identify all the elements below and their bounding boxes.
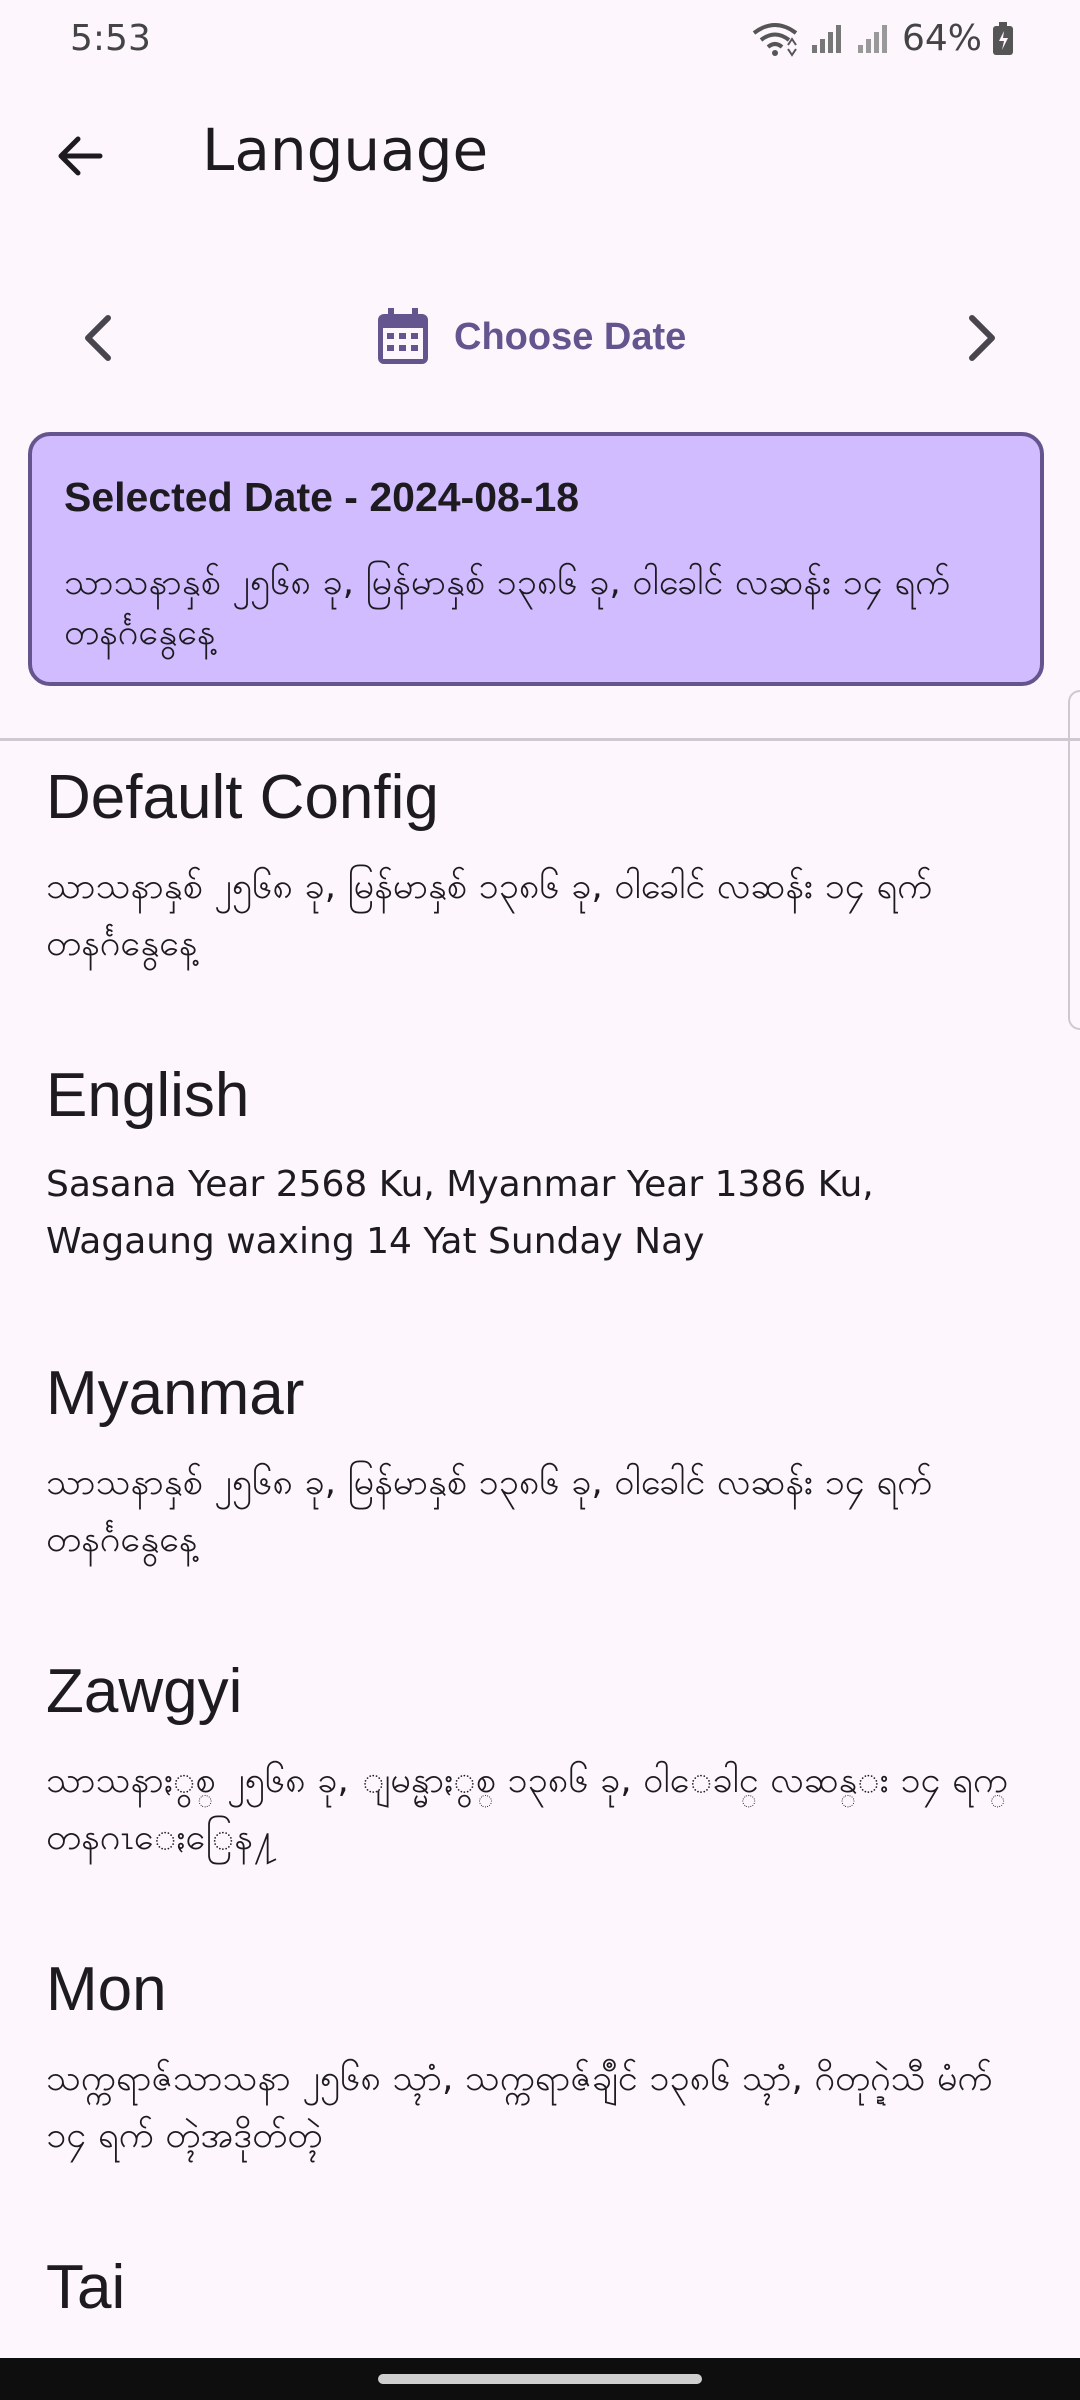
next-date-button[interactable]: [942, 298, 1022, 378]
wifi-icon: [750, 21, 800, 57]
language-text: သာသနာနှစ် ၂၅၆၈ ခု, မြန်မာနှစ် ၁၃၈၆ ခု, ဝ…: [46, 866, 933, 964]
date-navigation: Choose Date: [0, 280, 1080, 390]
language-name: English: [46, 1061, 250, 1130]
signal-icon-2: [856, 23, 892, 55]
list-item-zawgyi: Zawgyi သာသနာႏွစ္ ၂၅၆၈ ခု, ျမန္မာႏွစ္ ၁၃၈…: [46, 1654, 1036, 1866]
language-name: Zawgyi: [46, 1657, 243, 1726]
list-item-myanmar: Myanmar သာသနာနှစ် ၂၅၆၈ ခု, မြန်မာနှစ် ၁၃…: [46, 1356, 1036, 1568]
language-text: သာသနာႏွစ္ ၂၅၆၈ ခု, ျမန္မာႏွစ္ ၁၃၈၆ ခု, ဝ…: [46, 1760, 1009, 1858]
app-bar: Language: [0, 100, 1080, 210]
selected-date-card: Selected Date - 2024-08-18 သာသနာနှစ် ၂၅၆…: [28, 432, 1044, 686]
chevron-right-icon: [969, 315, 995, 361]
list-item-english: English Sasana Year 2568 Ku, Myanmar Yea…: [46, 1058, 1036, 1270]
language-name: Tai: [46, 2253, 126, 2322]
language-text: သက္ကရာဇ်သာသနာ ၂၅၆၈ သ္ၚာံ, သက္ကရာဇ်ချဳင် …: [46, 2058, 993, 2156]
choose-date-button[interactable]: Choose Date: [376, 302, 686, 372]
battery-icon: [992, 21, 1014, 56]
system-navigation-bar: [0, 2358, 1080, 2400]
calendar-icon: [378, 308, 428, 364]
divider: [0, 738, 1080, 741]
language-text: Sasana Year 2568 Ku, Myanmar Year 1386 K…: [46, 1164, 874, 1262]
page-title: Language: [202, 116, 489, 184]
battery-percent: 64%: [901, 18, 982, 59]
arrow-left-icon: [58, 136, 103, 176]
list-item-tai: Tai: [46, 2250, 1036, 2348]
language-name: Myanmar: [46, 1359, 305, 1428]
status-bar: 5:53 64%: [0, 0, 1080, 86]
scrollbar[interactable]: [1068, 690, 1080, 1030]
status-icons: 64%: [750, 18, 1014, 59]
signal-icon: [810, 23, 846, 55]
home-gesture-handle[interactable]: [378, 2374, 702, 2384]
list-item-mon: Mon သက္ကရာဇ်သာသနာ ၂၅၆၈ သ္ၚာံ, သက္ကရာဇ်ချ…: [46, 1952, 1036, 2164]
selected-date-description: သာသနာနှစ် ၂၅၆၈ ခု, မြန်မာနှစ် ၁၃၈၆ ခု, ဝ…: [64, 562, 951, 653]
language-name: Mon: [46, 1955, 167, 2024]
choose-date-label: Choose Date: [454, 315, 687, 358]
list-item-default-config: Default Config သာသနာနှစ် ၂၅၆၈ ခု, မြန်မာ…: [46, 760, 1036, 972]
selected-date-title: Selected Date - 2024-08-18: [64, 474, 580, 520]
previous-date-button[interactable]: [58, 298, 138, 378]
status-time: 5:53: [70, 18, 151, 59]
chevron-left-icon: [85, 315, 111, 361]
language-name: Default Config: [46, 763, 439, 832]
back-button[interactable]: [42, 118, 118, 194]
language-text: သာသနာနှစ် ၂၅၆၈ ခု, မြန်မာနှစ် ၁၃၈၆ ခု, ဝ…: [46, 1462, 933, 1560]
